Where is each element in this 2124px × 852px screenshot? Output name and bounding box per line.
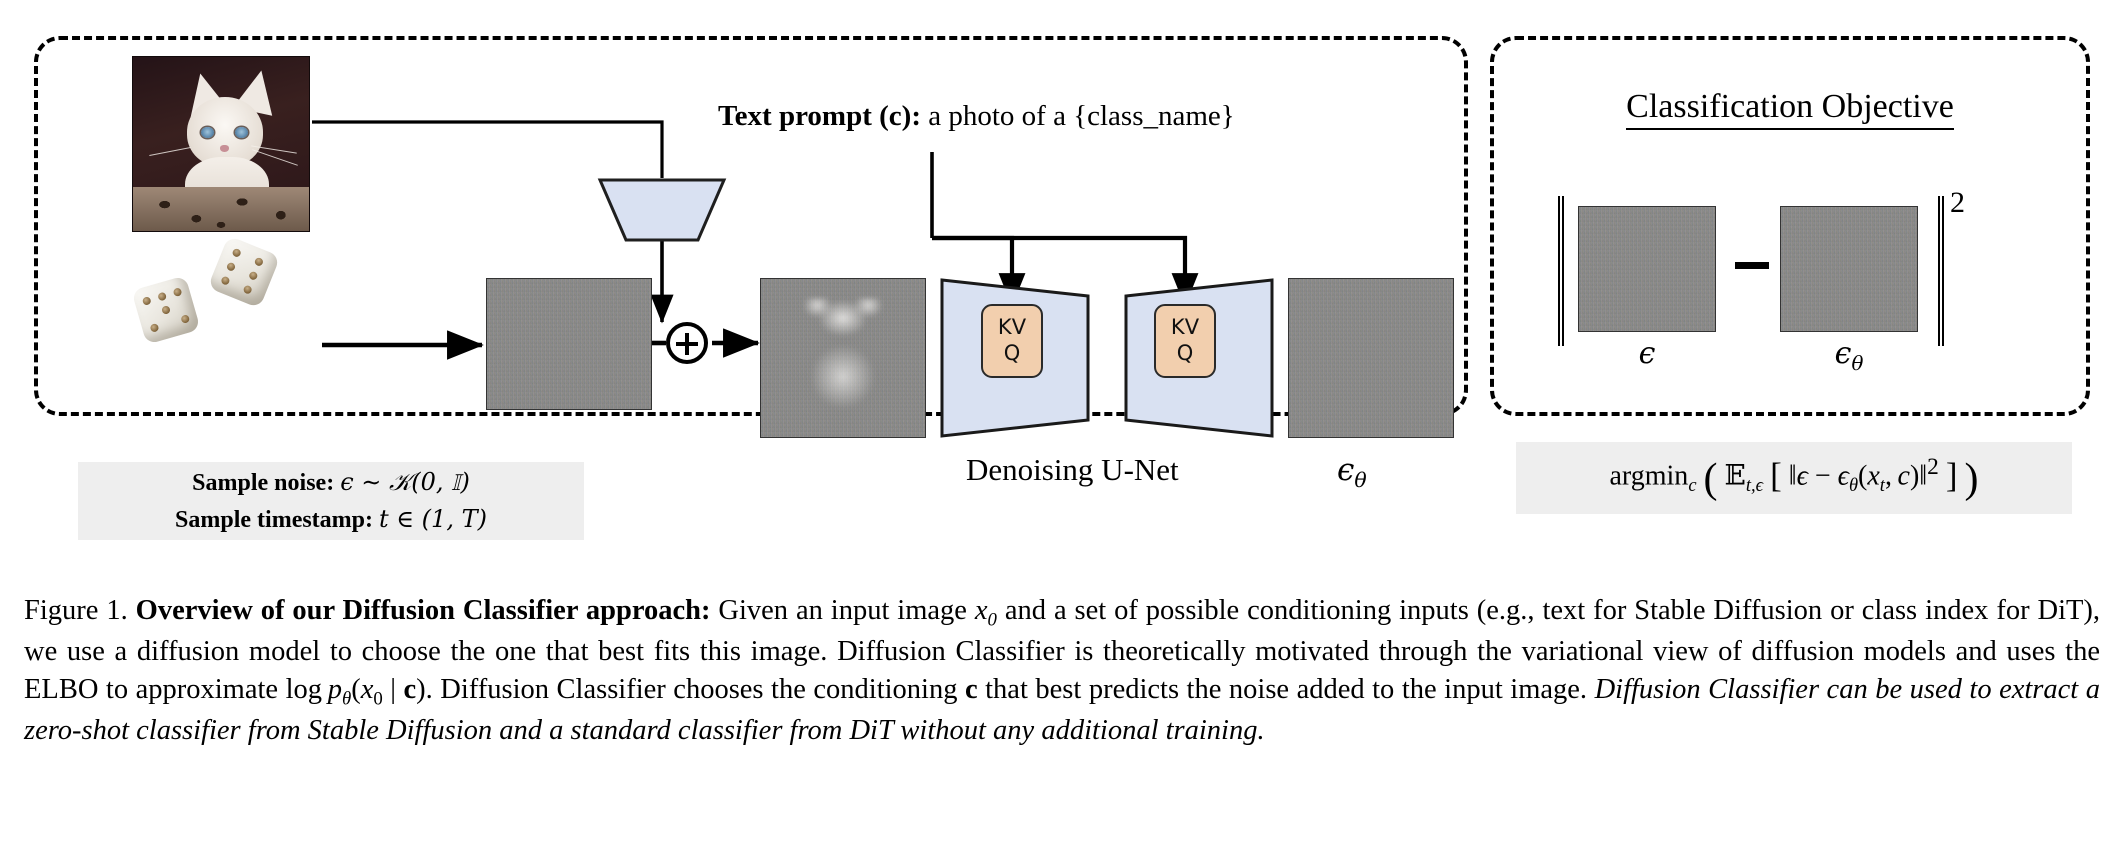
caption-figure-number: Figure 1.: [24, 595, 128, 626]
text-prompt-label: Text prompt (c): a photo of a {class_nam…: [718, 100, 1235, 133]
sample-noise-label: Sample noise:: [192, 470, 335, 496]
norm-bar-right: [1938, 196, 1944, 346]
epsilon-theta-label: ϵθ: [1337, 452, 1367, 493]
caption-title: Overview of our Diffusion Classifier app…: [135, 595, 711, 626]
predicted-noise-patch: [1288, 278, 1454, 438]
classification-objective-title-text: Classification Objective: [1626, 88, 1954, 130]
norm-exponent: 2: [1950, 186, 1965, 219]
epsilon-theta-patch-caption: ϵθ: [1834, 336, 1864, 375]
caption-body-4: that best predicts the noise added to th…: [977, 674, 1595, 706]
noisy-input-image: [760, 278, 926, 438]
kv-label: KV: [1170, 315, 1200, 340]
sample-noise-value: ϵ ∼ 𝒦(0, 𝕀): [340, 468, 470, 496]
epsilon-patch-target: [1578, 206, 1716, 332]
q-label: Q: [1003, 341, 1021, 365]
attention-block-encoder: KV Q: [981, 304, 1043, 378]
minus-operator-icon: [1735, 262, 1769, 269]
figure-canvas: Input Image: [0, 0, 2124, 852]
text-prompt-key: Text prompt (c):: [718, 100, 921, 132]
circled-plus-icon: [666, 322, 708, 364]
norm-bar-left: [1558, 196, 1564, 346]
caption-c-bold: c: [964, 674, 978, 706]
sample-timestamp-value: t ∈ (1, T): [379, 505, 487, 533]
caption-body-1: Given an input image: [718, 595, 975, 626]
argmin-formula-text: argminc ( 𝔼t,ϵ [ ‖ϵ − ϵθ(xt, c)‖2 ] ): [1609, 453, 1979, 502]
caption-body-3: . Diffusion Classifier chooses the condi…: [425, 674, 965, 706]
sample-timestamp-label: Sample timestamp:: [175, 507, 374, 533]
kv-label: KV: [997, 315, 1027, 340]
classification-objective-title: Classification Objective: [1490, 88, 2090, 130]
edge-image-to-encoder: [312, 120, 664, 178]
sample-timestamp-row: Sample timestamp: t ∈ (1, T): [175, 501, 487, 538]
encoder-trapezoid-icon: [597, 178, 727, 242]
figure-caption: Figure 1. Overview of our Diffusion Clas…: [24, 592, 2100, 751]
unet-label: Denoising U-Net: [966, 452, 1179, 487]
sample-noise-row: Sample noise: ϵ ∼ 𝒦(0, 𝕀): [192, 464, 470, 501]
caption-log-term: log pθ(x0 | c): [285, 674, 426, 710]
argmin-formula-box: argminc ( 𝔼t,ϵ [ ‖ϵ − ϵθ(xt, c)‖2 ] ): [1516, 442, 2072, 514]
caption-x0: x0: [974, 595, 997, 631]
sampling-note-box: Sample noise: ϵ ∼ 𝒦(0, 𝕀) Sample timesta…: [78, 462, 584, 540]
epsilon-theta-patch-predicted: [1780, 206, 1918, 332]
q-label: Q: [1176, 341, 1194, 365]
epsilon-patch-caption: ϵ: [1638, 336, 1656, 371]
attention-block-decoder: KV Q: [1154, 304, 1216, 378]
epsilon-noise-patch: [486, 278, 652, 410]
text-prompt-value: a photo of a {class_name}: [928, 100, 1235, 132]
